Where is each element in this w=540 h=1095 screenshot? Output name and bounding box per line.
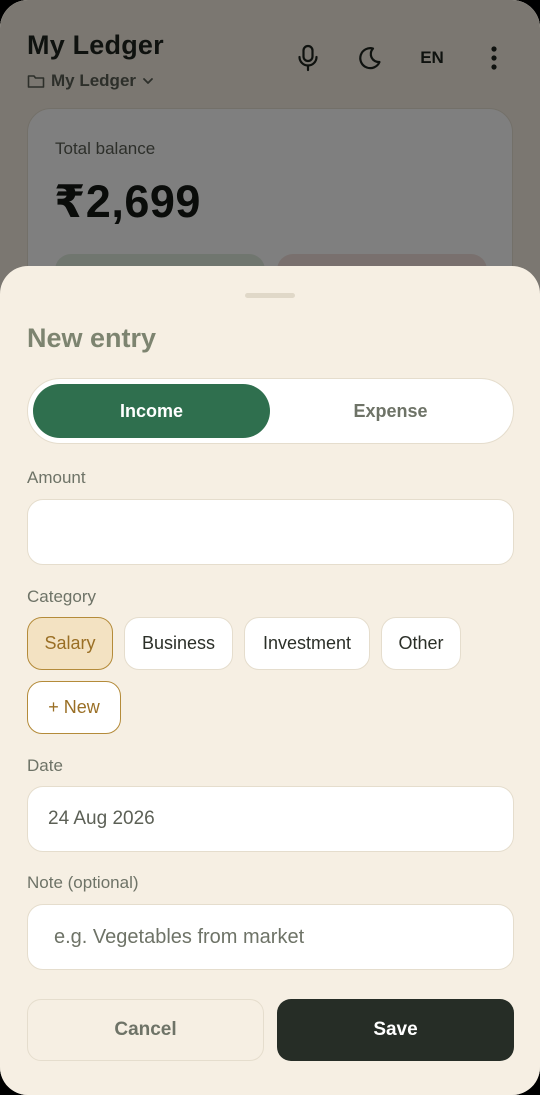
category-label: Category <box>27 587 96 606</box>
new-entry-sheet: New entry Income Expense Amount Category… <box>0 266 540 1095</box>
amount-label: Amount <box>27 468 86 487</box>
date-field[interactable]: 24 Aug 2026 <box>27 786 514 852</box>
tab-income[interactable]: Income <box>33 384 270 438</box>
note-label: Note (optional) <box>27 873 139 892</box>
add-category-button[interactable]: + New <box>27 681 121 734</box>
sheet-drag-handle[interactable] <box>245 293 295 298</box>
cancel-button[interactable]: Cancel <box>27 999 264 1061</box>
screen: My Ledger My Ledger <box>0 0 540 1095</box>
category-chip-other[interactable]: Other <box>381 617 461 670</box>
category-chip-business[interactable]: Business <box>124 617 233 670</box>
note-input[interactable]: e.g. Vegetables from market <box>27 904 514 970</box>
entry-type-toggle: Income Expense <box>27 378 514 444</box>
save-button[interactable]: Save <box>277 999 514 1061</box>
amount-input[interactable] <box>27 499 514 565</box>
sheet-title: New entry <box>27 323 157 353</box>
tab-expense[interactable]: Expense <box>272 384 509 438</box>
category-chip-salary[interactable]: Salary <box>27 617 113 670</box>
category-chip-investment[interactable]: Investment <box>244 617 370 670</box>
date-label: Date <box>27 756 63 775</box>
